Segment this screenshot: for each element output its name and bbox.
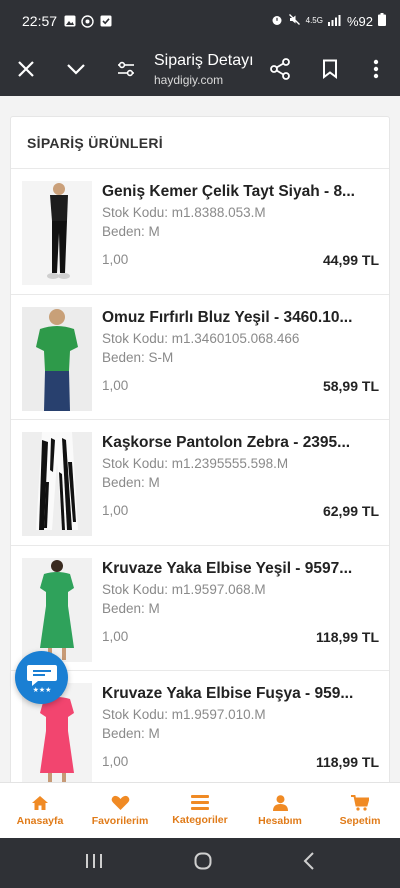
nav-home-label: Anasayfa [16,814,64,827]
system-navigation-bar [0,838,400,888]
product-quantity: 1,00 [102,252,129,267]
page-title-block: Sipariş Detayı haydigiy.com [146,52,260,87]
chat-rating-icon: ★★★ [26,664,57,693]
svg-text:★★★: ★★★ [32,686,51,693]
order-item-info: Omuz Fırfırlı Bluz Yeşil - 3460.10... St… [92,307,379,420]
bookmark-icon [323,59,337,79]
home-circle-icon [194,852,212,869]
order-item[interactable]: Omuz Fırfırlı Bluz Yeşil - 3460.10... St… [11,295,389,420]
qty-price-row: 1,00 62,99 TL [102,503,379,519]
section-title: SİPARİŞ ÜRÜNLERİ [11,117,389,169]
product-size: Beden: M [102,726,160,741]
product-size: Beden: S-M [102,349,174,365]
qty-price-row: 1,00 44,99 TL [102,252,379,268]
product-quantity: 1,00 [102,628,129,644]
recents-icon [86,853,103,868]
product-sku: Stok Kodu: m1.9597.010.M [102,707,266,722]
back-icon [303,851,314,870]
product-quantity: 1,00 [102,754,129,769]
product-quantity: 1,00 [102,503,129,518]
page-settings-button[interactable] [106,49,146,89]
product-sku: Stok Kodu: m1.8388.053.M [102,205,266,220]
product-name[interactable]: Kruvaze Yaka Elbise Fuşya - 959... [102,685,379,703]
network-type: 4.5G [305,16,323,25]
product-price: 118,99 TL [315,754,379,770]
order-item[interactable]: Kaşkorse Pantolon Zebra - 2395... Stok K… [11,420,389,546]
chevron-down-icon [67,64,85,75]
qty-price-row: 1,00 118,99 TL [102,754,379,770]
nav-cart-label: Sepetim [339,814,381,827]
product-image[interactable] [22,306,92,411]
order-item-info: Kruvaze Yaka Elbise Fuşya - 959... Stok … [92,683,379,782]
status-time: 22:57 [22,13,58,29]
product-image[interactable] [22,432,92,536]
close-button[interactable] [6,49,46,89]
more-vert-icon [373,59,379,79]
product-size: Beden: M [102,475,160,490]
product-quantity: 1,00 [102,377,129,393]
back-button[interactable] [303,851,315,875]
order-item[interactable]: Geniş Kemer Çelik Tayt Siyah - 8... Stok… [11,169,389,295]
product-size: Beden: M [102,224,160,239]
product-name[interactable]: Omuz Fırfırlı Bluz Yeşil - 3460.10... [102,309,379,327]
gallery-icon [63,15,76,28]
order-item-info: Kruvaze Yaka Elbise Yeşil - 9597... Stok… [92,558,379,671]
cart-icon [351,794,369,811]
chat-button[interactable]: ★★★ [15,651,68,704]
order-item[interactable]: Kruvaze Yaka Elbise Yeşil - 9597... Stok… [11,546,389,671]
product-price: 62,99 TL [322,503,379,519]
nav-account-label: Hesabım [258,814,302,827]
browser-toolbar: Sipariş Detayı haydigiy.com [0,42,400,96]
bookmark-button[interactable] [310,49,350,89]
product-price: 58,99 TL [322,377,379,394]
qty-price-row: 1,00 58,99 TL [102,378,379,394]
product-price: 118,99 TL [315,628,379,645]
product-name[interactable]: Kruvaze Yaka Elbise Yeşil - 9597... [102,560,379,578]
product-sku: Stok Kodu: m1.9597.068.M [102,581,266,597]
minimize-button[interactable] [56,49,96,89]
order-item[interactable]: Kruvaze Yaka Elbise Fuşya - 959... Stok … [11,671,389,782]
page-title: Sipariş Detayı [154,51,254,69]
product-price: 44,99 TL [322,252,379,268]
tune-icon [118,61,134,77]
nav-favorites[interactable]: Favorilerim [80,783,160,838]
battery-level: %92 [346,13,373,29]
recents-button[interactable] [85,853,103,874]
nav-account[interactable]: Hesabım [240,783,320,838]
nav-categories[interactable]: Kategoriler [160,783,240,838]
home-system-button[interactable] [194,852,212,875]
menu-icon [191,795,209,810]
check-task-icon [99,15,112,28]
share-button[interactable] [260,49,300,89]
product-name[interactable]: Geniş Kemer Çelik Tayt Siyah - 8... [102,183,379,201]
bottom-navigation: Anasayfa Favorilerim Kategoriler Hesabım… [0,782,400,838]
signal-icon [327,14,342,29]
mute-icon [288,13,301,29]
status-right: 4.5G %92 [271,13,386,29]
whatsapp-icon [81,14,94,28]
heart-icon [111,795,129,810]
home-icon [32,795,48,810]
nav-home[interactable]: Anasayfa [0,783,80,838]
product-size: Beden: M [102,600,160,616]
close-icon [18,61,34,77]
more-options-button[interactable] [356,49,396,89]
nav-cart[interactable]: Sepetim [320,783,400,838]
order-item-info: Kaşkorse Pantolon Zebra - 2395... Stok K… [92,432,379,545]
user-icon [272,794,288,811]
product-image[interactable] [22,181,92,285]
battery-icon [378,13,386,29]
product-sku: Stok Kodu: m1.3460105.068.466 [102,330,300,346]
share-icon [270,58,290,80]
qty-price-row: 1,00 118,99 TL [102,629,379,645]
alarm-icon [271,14,283,29]
product-image[interactable] [22,557,92,662]
nav-favorites-label: Favorilerim [91,814,149,827]
order-item-info: Geniş Kemer Çelik Tayt Siyah - 8... Stok… [92,181,379,294]
status-bar: 22:57 4.5G %92 [0,0,400,42]
nav-categories-label: Kategoriler [172,814,228,826]
product-name[interactable]: Kaşkorse Pantolon Zebra - 2395... [102,434,379,452]
page-url: haydigiy.com [154,72,224,87]
product-sku: Stok Kodu: m1.2395555.598.M [102,456,289,471]
